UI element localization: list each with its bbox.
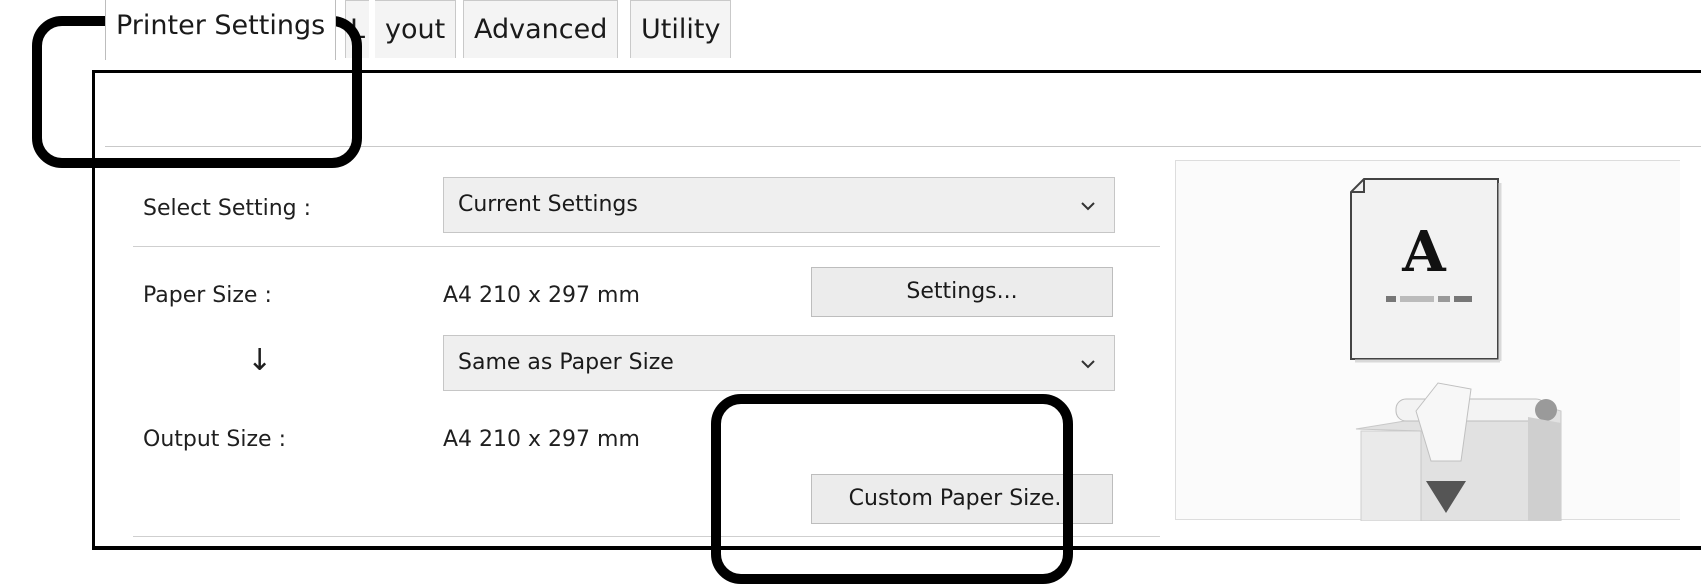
output-size-dropdown-value: Same as Paper Size [458,350,674,375]
down-arrow-icon: ↓ [247,343,273,378]
chevron-down-icon [1081,202,1095,211]
settings-button[interactable]: Settings... [811,267,1113,317]
select-setting-label: Select Setting : [143,196,312,221]
paper-size-value: A4 210 x 297 mm [443,283,640,308]
custom-paper-size-button[interactable]: Custom Paper Size... [811,474,1113,524]
select-setting-dropdown[interactable]: Current Settings [443,177,1115,233]
output-size-label: Output Size : [143,427,286,452]
chevron-down-icon [1081,360,1095,369]
select-setting-value: Current Settings [458,192,638,217]
paper-size-label: Paper Size : [143,283,272,308]
preview-graphics: A [1350,178,1562,522]
printer-icon [1355,382,1562,522]
print-preview-panel: A [1175,160,1680,522]
tab-printer-settings[interactable]: Printer Settings [105,0,337,60]
tab-advanced[interactable]: Advanced [463,0,619,58]
section-divider [133,246,1160,247]
paper-letter: A [1401,219,1447,285]
tab-layout-end[interactable]: yout [375,0,457,58]
output-size-value: A4 210 x 297 mm [443,427,640,452]
paper-document-icon: A [1350,178,1502,363]
tab-utility[interactable]: Utility [630,0,732,58]
output-size-dropdown[interactable]: Same as Paper Size [443,335,1115,391]
section-divider-bottom [133,536,1160,537]
tab-layout-start[interactable]: L [345,0,370,58]
tab-strip-baseline [105,146,1701,147]
